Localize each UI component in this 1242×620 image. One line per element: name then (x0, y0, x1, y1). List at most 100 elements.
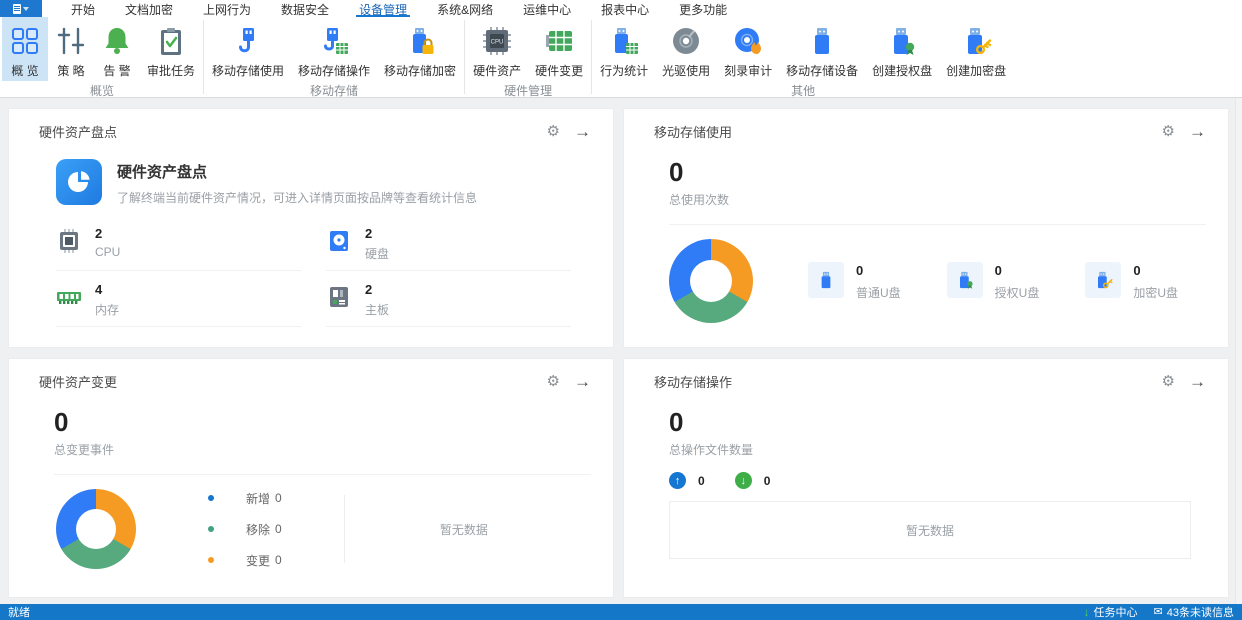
cd-disc-icon (670, 22, 702, 60)
ribbon-item-policy[interactable]: 策 略 (48, 17, 94, 81)
unread-messages-button[interactable]: ✉ 43条未读信息 (1154, 604, 1234, 620)
stat-value: 0 (856, 263, 901, 278)
legend-value: 0 (275, 522, 282, 536)
card-storage-usage: 移动存储使用 ⚙ → 0 总使用次数 0普通U盘 (623, 108, 1229, 348)
tab-doc-encryption[interactable]: 文档加密 (110, 0, 188, 17)
ribbon-item-storage-operation[interactable]: 移动存储操作 (291, 17, 377, 81)
stat-authorized-usb: 0授权U盘 (947, 262, 1040, 301)
legend-item-removed: 移除 0 (208, 521, 282, 538)
tab-report-center[interactable]: 报表中心 (586, 0, 664, 17)
tab-more-features[interactable]: 更多功能 (664, 0, 742, 17)
vertical-scrollbar[interactable] (1235, 98, 1242, 604)
unread-messages-label: 43条未读信息 (1167, 604, 1234, 620)
cpu-icon (56, 228, 82, 254)
arrow-right-icon[interactable]: → (574, 123, 591, 140)
ribbon-item-overview[interactable]: 概 览 (2, 17, 48, 81)
legend-dot (208, 557, 214, 563)
legend-value: 0 (275, 553, 282, 567)
stat-memory: 4内存 (56, 282, 301, 327)
app-logo-button[interactable] (0, 0, 42, 17)
hard-disk-icon (326, 228, 352, 254)
usb-lock-icon (404, 22, 436, 60)
card-storage-operations: 移动存储操作 ⚙ → 0 总操作文件数量 ↑ 0 ↓ 0 暂无数据 (623, 358, 1229, 598)
stat-normal-usb: 0普通U盘 (808, 262, 901, 301)
stat-motherboard: 2 主板 (326, 282, 571, 327)
ribbon-group-label: 移动存储 (205, 81, 463, 102)
cpu-chip-icon: CPU (481, 22, 513, 60)
arrow-right-icon[interactable]: → (1189, 373, 1206, 390)
sliders-icon (55, 22, 87, 60)
gear-icon[interactable]: ⚙ (1162, 124, 1175, 139)
legend-label: 移除 (246, 521, 270, 538)
ribbon-item-create-encrypted-disk[interactable]: 创建加密盘 (939, 17, 1013, 81)
download-icon: ↓ (1084, 606, 1090, 618)
ribbon-item-label: 移动存储加密 (384, 62, 456, 79)
tab-start[interactable]: 开始 (56, 0, 110, 17)
tab-ops-center[interactable]: 运维中心 (508, 0, 586, 17)
clipboard-check-icon (155, 22, 187, 60)
intro-description: 了解终端当前硬件资产情况，可进入详情页面按品牌等查看统计信息 (117, 189, 477, 206)
ribbon-item-approval-tasks[interactable]: 审批任务 (140, 17, 202, 81)
stat-value: 2 (365, 282, 389, 297)
legend-item-added: 新增 0 (208, 490, 282, 507)
ribbon-group-overview: 概 览 策 略 告 警 审批任务 概览 (2, 17, 202, 97)
tab-device-management[interactable]: 设备管理 (344, 0, 422, 17)
ribbon-item-burn-audit[interactable]: 刻录审计 (717, 17, 779, 81)
arrow-right-icon[interactable]: → (1189, 123, 1206, 140)
ribbon-item-label: 创建授权盘 (872, 62, 932, 79)
intro-title: 硬件资产盘点 (117, 161, 477, 182)
ribbon-separator (464, 20, 465, 94)
usb-medal-icon (886, 22, 918, 60)
ribbon-item-hardware-change[interactable]: 硬件变更 (528, 17, 590, 81)
ribbon-item-storage-usage[interactable]: 移动存储使用 (205, 17, 291, 81)
divider (54, 474, 591, 475)
usb-key-icon (1085, 262, 1121, 298)
divider (669, 224, 1206, 225)
tab-data-security[interactable]: 数据安全 (266, 0, 344, 17)
stat-value: 2 (365, 226, 389, 241)
task-center-label: 任务中心 (1094, 604, 1138, 620)
legend-dot (208, 526, 214, 532)
chevron-down-icon (23, 7, 29, 11)
menu-tabs: 开始 文档加密 上网行为 数据安全 设备管理 系统&网络 运维中心 报表中心 更… (56, 0, 742, 17)
upload-arrow-icon: ↑ (669, 472, 686, 489)
empty-state-box: 暂无数据 (669, 501, 1191, 559)
ribbon-group-other: 行为统计 光驱使用 刻录审计 移动存储设备 (593, 17, 1013, 97)
ribbon-item-behavior-stats[interactable]: 行为统计 (593, 17, 655, 81)
overview-grid-icon (9, 22, 41, 60)
gear-icon[interactable]: ⚙ (1162, 374, 1175, 389)
status-bar: 就绪 ↓ 任务中心 ✉ 43条未读信息 (0, 604, 1242, 620)
ribbon-item-hardware-assets[interactable]: CPU 硬件资产 (466, 17, 528, 81)
total-label: 总操作文件数量 (669, 441, 1228, 458)
arrow-right-icon[interactable]: → (574, 373, 591, 390)
ribbon-item-cd-usage[interactable]: 光驱使用 (655, 17, 717, 81)
ribbon-item-label: 硬件资产 (473, 62, 521, 79)
usb-stick-icon (806, 22, 838, 60)
stat-label: 硬盘 (365, 245, 389, 262)
ribbon-item-storage-device[interactable]: 移动存储设备 (779, 17, 865, 81)
tab-system-network[interactable]: 系统&网络 (422, 0, 508, 17)
card-hardware-inventory: 硬件资产盘点 ⚙ → 硬件资产盘点 了解终端当前硬件资产情况，可进入详情页面按品… (8, 108, 614, 348)
status-text: 就绪 (8, 604, 30, 620)
ribbon-item-alert[interactable]: 告 警 (94, 17, 140, 81)
stat-label: 主板 (365, 301, 389, 318)
total-label: 总变更事件 (54, 441, 613, 458)
ribbon-item-label: 策 略 (57, 62, 84, 79)
ribbon-item-label: 概 览 (11, 62, 38, 79)
ribbon-item-label: 告 警 (103, 62, 130, 79)
task-center-button[interactable]: ↓ 任务中心 (1084, 604, 1138, 620)
bell-icon (101, 22, 133, 60)
stat-value: 2 (95, 226, 120, 241)
tab-web-behavior[interactable]: 上网行为 (188, 0, 266, 17)
upload-count: 0 (698, 474, 705, 488)
hardware-change-donut-chart (56, 489, 136, 569)
stat-encrypted-usb: 0加密U盘 (1085, 262, 1178, 301)
ribbon-item-label: 刻录审计 (724, 62, 772, 79)
ribbon-item-storage-encryption[interactable]: 移动存储加密 (377, 17, 463, 81)
ribbon-item-create-authorized-disk[interactable]: 创建授权盘 (865, 17, 939, 81)
ribbon-separator (591, 20, 592, 94)
gear-icon[interactable]: ⚙ (547, 124, 560, 139)
gear-icon[interactable]: ⚙ (547, 374, 560, 389)
empty-state-text: 暂无数据 (345, 521, 583, 538)
stat-cpu: 2CPU (56, 226, 301, 271)
